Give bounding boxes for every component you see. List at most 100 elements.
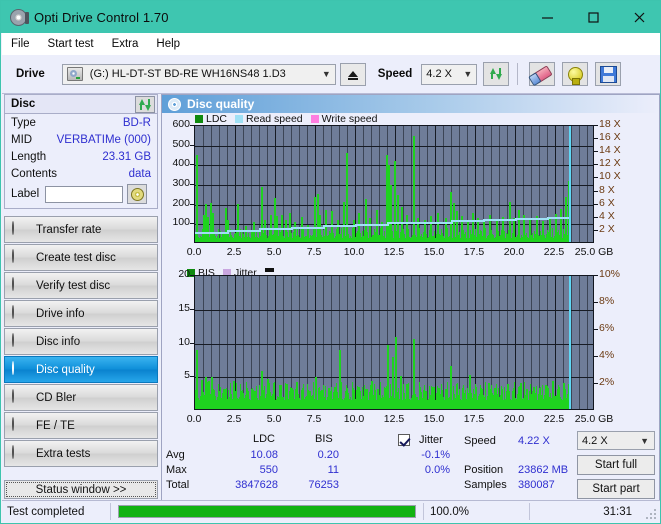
series-spike [291,388,293,409]
series-spike [419,387,421,409]
sidebar-item-create-test-disc[interactable]: Create test disc [4,244,158,271]
eraser-icon [532,64,553,84]
start-full-button[interactable]: Start full [577,455,655,475]
maximize-button[interactable] [570,1,616,33]
speed-select-value: 4.2 X [426,68,452,80]
y2-axis-tick: 10 X [599,170,621,183]
elapsed-time: 31:31 [603,505,632,518]
menu-start-test[interactable]: Start test [39,36,103,52]
grid-line-v [555,276,556,409]
disc-label-input[interactable] [45,185,124,203]
status-message: Test completed [7,505,85,518]
eject-button[interactable] [339,62,366,86]
disc-icon [12,360,28,378]
series-spike [233,381,235,409]
close-button[interactable] [616,1,660,33]
drive-select[interactable]: (G:) HL-DT-ST BD-RE WH16NS48 1.D3 ▼ [61,63,336,85]
series-spike [358,213,360,242]
chevron-down-icon: ▼ [463,69,473,79]
series-noise [544,235,545,242]
series-spike [207,217,209,242]
start-part-button[interactable]: Start part [577,479,655,499]
result-speed-select[interactable]: 4.2 X ▼ [577,431,655,450]
refresh-button[interactable] [483,62,510,86]
disc-row-contents: Contents data [5,165,157,182]
sidebar-item-drive-info[interactable]: Drive info [4,300,158,327]
jitter-checkbox[interactable] [398,434,410,446]
series-noise [350,236,351,242]
series-spike [280,385,282,409]
series-step-h [355,224,387,226]
y2-axis-tickmark [594,151,598,153]
stats-jitter-max: 0.0% [424,464,450,476]
stats-ldc-avg: 10.08 [250,449,278,461]
chart-ldc: 100 200 300 400 500 600 2 X4 X6 X8 X 10 X 12 X 14… [162,113,659,263]
sidebar-item-extra-tests[interactable]: Extra tests [4,440,158,467]
speed-stat-value: 4.22 X [518,435,550,447]
disc-refresh-button[interactable] [135,96,155,113]
sidebar-item-disc-quality[interactable]: Disc quality [4,356,158,383]
series-spike [384,388,386,409]
series-noise [257,398,258,409]
y-axis-tick: 20 [178,268,190,280]
series-spike [494,388,496,409]
menu-extra[interactable]: Extra [103,36,148,52]
menu-file[interactable]: File [2,36,39,52]
drive-icon [66,67,83,81]
save-button[interactable] [595,62,622,86]
series-noise [493,235,494,242]
disc-label-button[interactable] [127,184,148,204]
stats-header-ldc: LDC [253,433,276,445]
y2-axis-tick: 4 X [599,209,615,222]
resize-grip-icon[interactable] [646,507,658,519]
series-spike [376,210,378,242]
series-spike [437,213,439,242]
sidebar-item-fe-te[interactable]: FE / TE [4,412,158,439]
series-end-marker [569,126,571,242]
grid-line-v [587,276,588,409]
y2-axis-tickmark [594,177,598,179]
series-spike [413,339,415,409]
window-title: Opti Drive Control 1.70 [34,9,169,25]
grid-line-v [283,276,284,409]
series-spike [254,391,256,409]
disc-key-label: Label [11,188,40,200]
sidebar-item-cd-bler[interactable]: CD Bler [4,384,158,411]
position-stat-value: 23862 MB [518,464,569,476]
series-spike [513,218,515,242]
minimize-button[interactable] [524,1,570,33]
series-noise [460,399,461,409]
result-speed-value: 4.2 X [582,434,608,447]
grid-line-v [443,276,444,409]
series-noise [536,386,537,409]
series-spike [196,350,198,409]
series-spike [456,211,458,242]
menu-help[interactable]: Help [147,36,189,52]
series-spike [509,202,511,242]
series-noise [215,396,216,409]
disc-icon [12,248,28,266]
bulb-button[interactable] [562,62,589,86]
sidebar-item-verify-test-disc[interactable]: Verify test disc [4,272,158,299]
y-axis-tick: 10 [178,335,190,348]
series-spike [529,220,531,242]
grid-line-v [499,276,500,409]
series-spike [542,221,544,242]
series-step-h [387,222,419,224]
status-window-button[interactable]: Status window >> [4,480,158,499]
series-spike [219,391,221,409]
stats-ldc-max: 550 [259,464,278,476]
stats-bis-total: 76253 [308,479,339,491]
series-noise [485,382,486,409]
series-noise [485,228,486,242]
sidebar-item-disc-info[interactable]: Disc info [4,328,158,355]
y2-axis-tick: 16 X [599,131,621,144]
progress-percent: 100.0% [430,505,470,518]
speed-select[interactable]: 4.2 X ▼ [421,63,478,85]
y2-axis-tick: 6 X [599,196,615,209]
y2-axis-tick: 14 X [599,144,621,157]
y2-axis-tickmark [594,275,598,276]
erase-button[interactable] [529,62,556,86]
sidebar-item-transfer-rate[interactable]: Transfer rate [4,216,158,243]
speed-stat-label: Speed [464,435,496,447]
